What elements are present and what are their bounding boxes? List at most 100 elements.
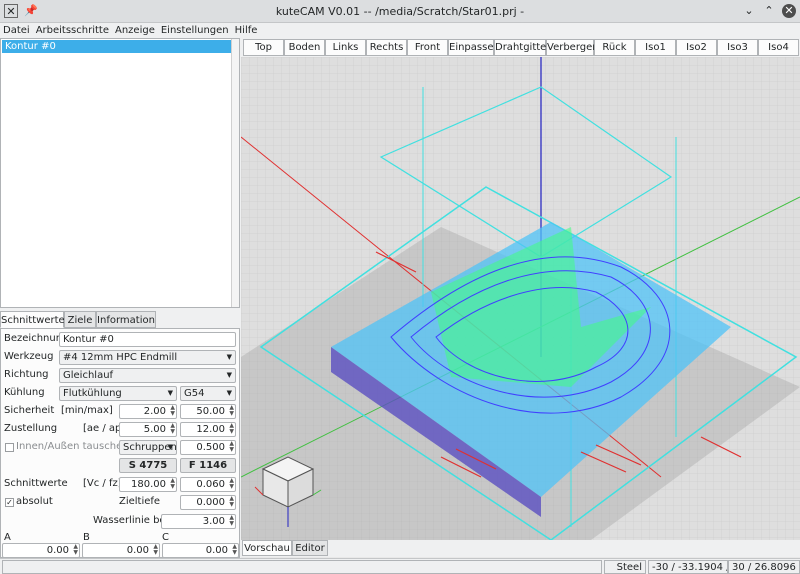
job-tree: Kontur #0 xyxy=(0,38,240,308)
view-iso3-button[interactable]: Iso3 xyxy=(717,39,758,56)
view-iso4-button[interactable]: Iso4 xyxy=(758,39,799,56)
spin-icon[interactable]: ▲ ▼ xyxy=(170,478,175,490)
b-input[interactable]: 0.00 ▲ ▼ xyxy=(82,543,160,558)
settings-tabs: Schnittwerte Ziele Information xyxy=(0,311,240,328)
vc-input[interactable]: 180.00 ▲ ▼ xyxy=(119,477,177,492)
werkzeug-value: #4 12mm HPC Endmill xyxy=(63,352,178,363)
menu-hilfe[interactable]: Hilfe xyxy=(232,23,261,38)
spin-icon[interactable]: ▲ ▼ xyxy=(170,405,175,417)
wasserlinie-input[interactable]: 3.00 ▲ ▼ xyxy=(161,514,236,529)
zustellung-ap-input[interactable]: 12.00 ▲ ▼ xyxy=(180,422,236,437)
spin-icon[interactable]: ▲ ▼ xyxy=(73,544,78,556)
schnittwerte-panel: Bezeichnung Kontur #0 Werkzeug #4 12mm H… xyxy=(0,328,240,558)
spin-icon[interactable]: ▲ ▼ xyxy=(229,515,234,527)
bezeichnung-input[interactable]: Kontur #0 xyxy=(59,332,236,347)
tree-item-kontur[interactable]: Kontur #0 xyxy=(2,40,238,53)
chevron-down-icon: ▼ xyxy=(226,353,232,361)
schnittwerte-unit: [Vc / fz] xyxy=(83,478,122,489)
menu-einstellungen[interactable]: Einstellungen xyxy=(158,23,232,38)
a-value: 0.00 xyxy=(46,545,69,556)
tab-editor[interactable]: Editor xyxy=(292,540,328,556)
spin-icon[interactable]: ▲ ▼ xyxy=(229,405,234,417)
sicherheit-max-value: 50.00 xyxy=(196,406,225,417)
status-bar: Steel -30 / -33.1904 / -10 30 / 26.8096 … xyxy=(0,558,800,574)
status-message xyxy=(2,560,602,574)
spin-icon[interactable]: ▲ ▼ xyxy=(153,544,158,556)
kuehlung-label: Kühlung xyxy=(4,387,45,398)
kuehlung-value: Flutkühlung xyxy=(63,388,122,399)
3d-viewport[interactable] xyxy=(241,57,800,540)
chevron-down-icon[interactable]: ⌄ xyxy=(742,4,756,18)
view-boden-button[interactable]: Boden xyxy=(284,39,325,56)
spin-icon[interactable]: ▲ ▼ xyxy=(229,423,234,435)
zustellung-label: Zustellung xyxy=(4,423,58,434)
werkzeug-label: Werkzeug xyxy=(4,351,54,362)
tree-scrollbar[interactable] xyxy=(231,39,239,307)
schruppen-select[interactable]: Schruppen ▼ xyxy=(119,440,177,455)
sicherheit-min-value: 2.00 xyxy=(143,406,166,417)
spin-icon[interactable]: ▲ ▼ xyxy=(170,423,175,435)
g54-select[interactable]: G54 ▼ xyxy=(180,386,236,401)
chevron-down-icon: ▼ xyxy=(226,389,232,397)
tab-schnittwerte[interactable]: Schnittwerte xyxy=(0,311,65,328)
status-material: Steel xyxy=(604,560,646,574)
s-value-button[interactable]: S 4775 xyxy=(119,458,177,473)
c-value: 0.00 xyxy=(205,545,228,556)
view-iso2-button[interactable]: Iso2 xyxy=(676,39,717,56)
left-pane: Kontur #0 Schnittwerte Ziele Information… xyxy=(0,38,240,558)
fz-input[interactable]: 0.060 ▲ ▼ xyxy=(180,477,236,492)
tab-vorschau[interactable]: Vorschau xyxy=(242,540,292,556)
schruppen-num-value: 0.500 xyxy=(196,442,225,453)
werkzeug-select[interactable]: #4 12mm HPC Endmill ▼ xyxy=(59,350,236,365)
g54-value: G54 xyxy=(184,388,205,399)
spin-icon[interactable]: ▲ ▼ xyxy=(229,441,234,453)
title-bar: ✕ 📌 kuteCAM V0.01 -- /media/Scratch/Star… xyxy=(0,0,800,23)
kuehlung-select[interactable]: Flutkühlung ▼ xyxy=(59,386,177,401)
spin-icon[interactable]: ▲ ▼ xyxy=(229,478,234,490)
innen-label: Innen/Außen tauschen xyxy=(16,441,129,452)
schruppen-num-input[interactable]: 0.500 ▲ ▼ xyxy=(180,440,236,455)
innen-checkbox[interactable] xyxy=(5,443,14,452)
b-value: 0.00 xyxy=(126,545,149,556)
schnittwerte-label: Schnittwerte xyxy=(4,478,68,489)
view-toolbar: Top Boden Links Rechts Front Einpassen D… xyxy=(241,38,800,57)
sicherheit-unit: [min/max] xyxy=(61,405,113,416)
wasserlinie-value: 3.00 xyxy=(202,516,225,527)
chevron-up-icon[interactable]: ⌃ xyxy=(762,4,776,18)
spin-icon[interactable]: ▲ ▼ xyxy=(229,496,234,508)
a-input[interactable]: 0.00 ▲ ▼ xyxy=(2,543,80,558)
absolut-checkbox[interactable]: ✓ xyxy=(5,498,14,507)
view-top-button[interactable]: Top xyxy=(243,39,284,56)
menu-datei[interactable]: Datei xyxy=(0,23,33,38)
view-pane: Top Boden Links Rechts Front Einpassen D… xyxy=(241,38,800,558)
zieltiefe-input[interactable]: 0.000 ▲ ▼ xyxy=(180,495,236,510)
f-value-button[interactable]: F 1146 xyxy=(180,458,236,473)
sicherheit-max-input[interactable]: 50.00 ▲ ▼ xyxy=(180,404,236,419)
menu-arbeitsschritte[interactable]: Arbeitsschritte xyxy=(33,23,112,38)
view-iso1-button[interactable]: Iso1 xyxy=(635,39,676,56)
view-front-button[interactable]: Front xyxy=(407,39,448,56)
view-links-button[interactable]: Links xyxy=(325,39,366,56)
chevron-down-icon: ▼ xyxy=(226,371,232,379)
chevron-down-icon: ▼ xyxy=(167,443,173,451)
view-rechts-button[interactable]: Rechts xyxy=(366,39,407,56)
menu-anzeige[interactable]: Anzeige xyxy=(112,23,158,38)
view-rueck-button[interactable]: Rück xyxy=(594,39,635,56)
verbergen-button[interactable]: Verbergen xyxy=(546,39,599,56)
window-title: kuteCAM V0.01 -- /media/Scratch/Star01.p… xyxy=(275,5,525,18)
zustellung-ae-input[interactable]: 5.00 ▲ ▼ xyxy=(119,422,177,437)
status-coords-min: -30 / -33.1904 / -10 xyxy=(648,560,728,574)
drahtgitter-button[interactable]: Drahtgitter xyxy=(494,39,550,56)
absolut-label: absolut xyxy=(16,496,53,507)
tab-information[interactable]: Information xyxy=(96,311,156,328)
spin-icon[interactable]: ▲ ▼ xyxy=(232,544,237,556)
richtung-select[interactable]: Gleichlauf ▼ xyxy=(59,368,236,383)
tab-ziele[interactable]: Ziele xyxy=(64,311,96,328)
wasserlinie-label: Wasserlinie bei xyxy=(93,515,169,526)
c-input[interactable]: 0.00 ▲ ▼ xyxy=(162,543,239,558)
close-icon[interactable]: ✕ xyxy=(782,4,796,18)
einpassen-button[interactable]: Einpassen xyxy=(448,39,500,56)
sicherheit-min-input[interactable]: 2.00 ▲ ▼ xyxy=(119,404,177,419)
3d-scene[interactable] xyxy=(241,57,800,540)
zustellung-ap-value: 12.00 xyxy=(196,424,225,435)
